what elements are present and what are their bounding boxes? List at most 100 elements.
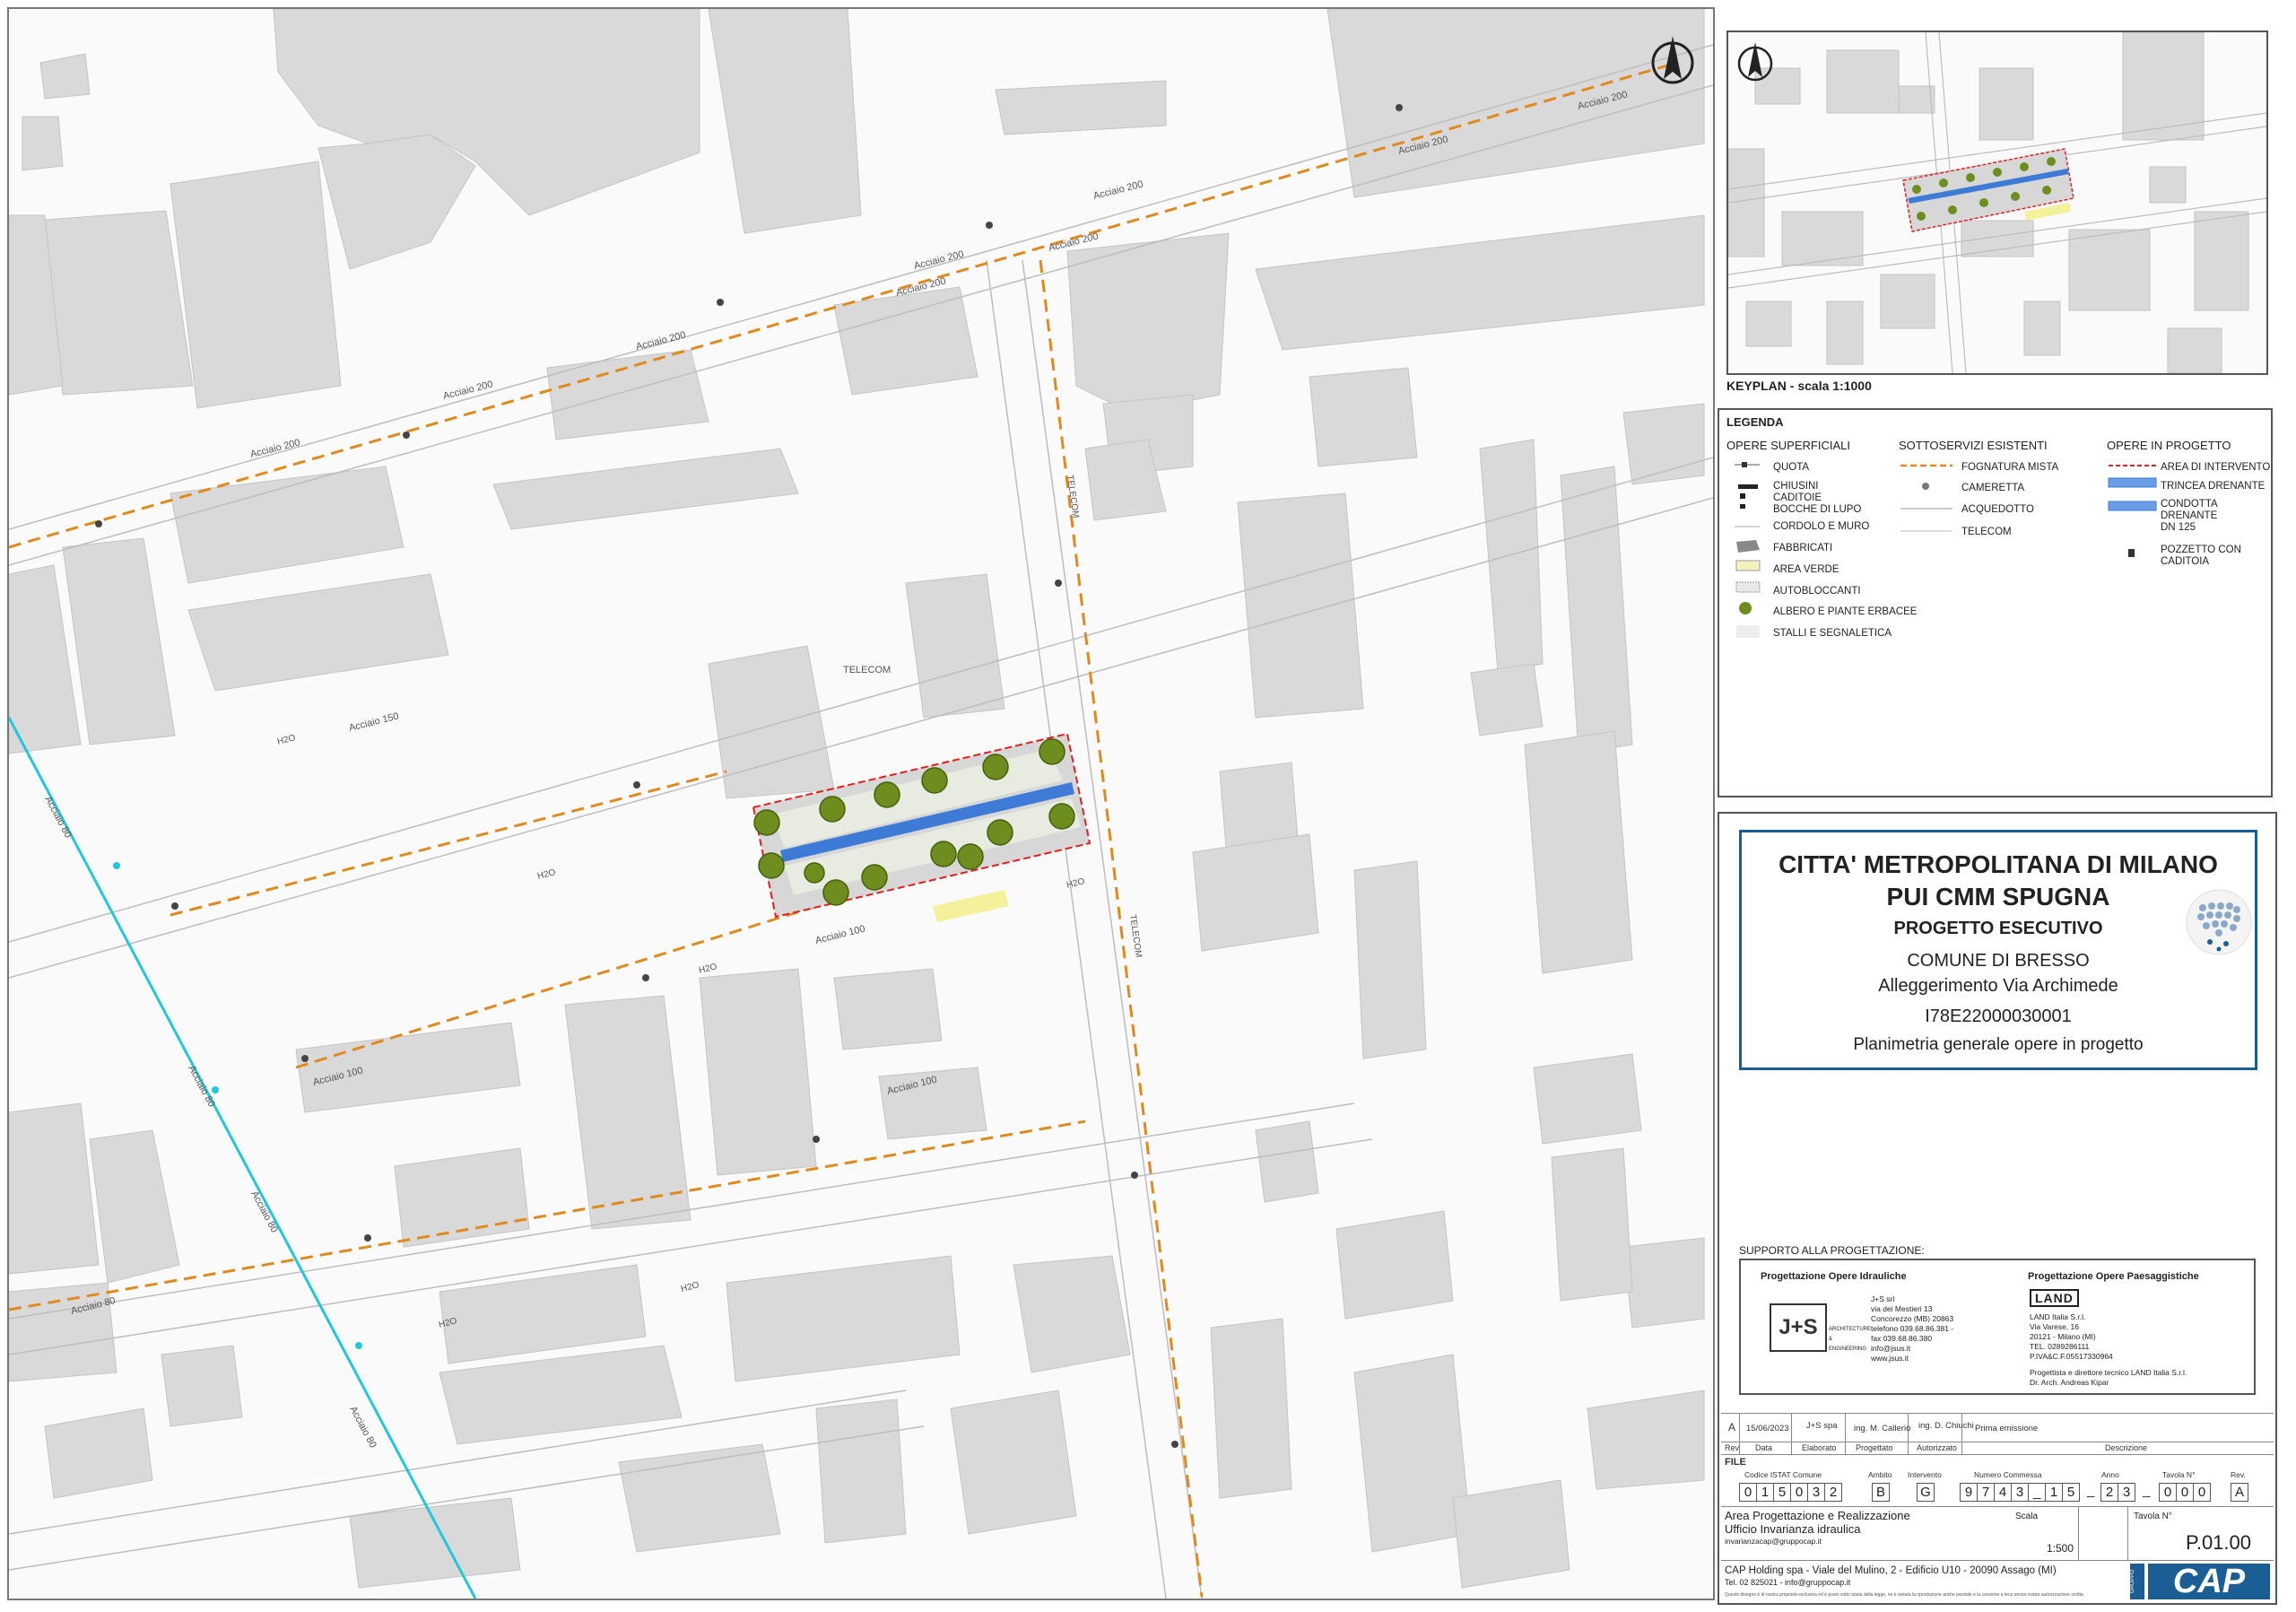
js-logo-sub: ARCHITECTURE & ENGINEERING [1829,1327,1872,1352]
legend-chiusini: CHIUSINI [1773,481,1819,492]
disclaimer: Questo disegno è di nostra proprietà esc… [1725,1592,2085,1598]
code-sep: _ [2087,1483,2095,1498]
rev-header: Rev [1725,1443,1740,1452]
left-line: Concorezzo (MB) 20863 [1871,1314,1954,1323]
building [1335,1210,1454,1320]
legend-bocche: BOCCHE DI LUPO [1773,504,1862,515]
title-line2: PUI CMM SPUGNA [1886,883,2110,911]
rev-date: 15/06/2023 [1746,1424,1789,1433]
legend-caditoie: CADITOIE [1773,492,1822,503]
istat-digit: 2 [1824,1483,1842,1502]
left-line: www.jsus.it [1871,1354,1909,1363]
building [1353,860,1427,1059]
building [1551,1147,1633,1302]
istat-digit: 0 [1790,1483,1808,1502]
left-line: fax 039.68.86.380 [1871,1334,1933,1343]
legend-fabbricati: FABBRICATI [1773,543,1833,553]
istat-digit: 0 [1739,1483,1757,1502]
legend-autobloccanti: AUTOBLOCCANTI [1773,586,1861,597]
title-line4: COMUNE DI BRESSO [1907,951,2090,971]
tavola-value: P.01.00 [2186,1531,2252,1554]
building [1533,1053,1642,1145]
building [1353,1354,1472,1553]
right-heading: Progettazione Opere Paesaggistiche [2028,1271,2199,1282]
building [9,1282,117,1382]
legend-col1-title: OPERE SUPERFICIALI [1726,439,1850,452]
rev-header: Descrizione [2105,1443,2148,1452]
commessa-digit: 5 [2062,1483,2080,1502]
legend-albero: ALBERO E PIANTE ERBACEE [1773,606,1918,617]
right-line: Via Varese, 16 [2030,1322,2079,1331]
commessa-digit: 3 [2011,1483,2029,1502]
legend-col2-title: SOTTOSERVIZI ESISTENTI [1899,439,2048,452]
cap-logo: CAP [2148,1564,2270,1599]
code-header: Codice ISTAT Comune [1744,1470,1822,1479]
title-line3: PROGETTO ESECUTIVO [1893,919,2103,938]
legend-dn125: DN 125 [2161,522,2196,533]
right-line: 20121 - Milano (MI) [2030,1332,2096,1341]
spugna-logo-icon [2186,889,2252,955]
building [618,1443,781,1553]
rev-header: Data [1755,1443,1773,1452]
legend-acquedotto: ACQUEDOTTO [1961,504,2034,515]
istat-digit: 1 [1756,1483,1774,1502]
tavola-digit: 0 [2159,1483,2177,1502]
istat-digit: 5 [1773,1483,1791,1502]
rev-header: Progettato [1856,1443,1893,1452]
support-title: SUPPORTO ALLA PROGETTAZIONE: [1739,1244,1925,1257]
building [1309,367,1418,467]
legend-col2-swatches [1900,464,1952,532]
code-header: Tavola N° [2162,1470,2196,1479]
cap-logo-small: GRUPPO [2130,1564,2144,1599]
keyplan-title: KEYPLAN - scala 1:1000 [1726,379,1872,393]
legend-col3-title: OPERE IN PROGETTO [2107,439,2231,452]
keyplan-map[interactable] [1726,30,2268,375]
building [1192,833,1319,952]
rev-elaborato: J+S spa [1806,1421,1838,1431]
right-line: LAND Italia S.r.l. [2030,1312,2086,1321]
rev-value: A [1728,1421,1736,1433]
legend-col1-swatches [1735,462,1761,638]
left-line: telefono 039.68.86.381 - [1871,1324,1954,1333]
building [815,1399,907,1544]
building [905,573,1005,719]
tavola-digit: 0 [2193,1483,2211,1502]
building [1587,1390,1705,1490]
building [833,968,943,1050]
legend-title: LEGENDA [1726,415,1784,429]
area-email: invarianzacap@gruppocap.it [1725,1537,1822,1546]
land-logo: LAND [2030,1289,2079,1307]
code-sep: _ [2143,1483,2151,1498]
building [995,80,1167,135]
left-line: J+S srl [1871,1294,1895,1303]
area-line1: Area Progettazione e Realizzazione [1725,1509,1910,1522]
legend-condotta: CONDOTTA [2161,499,2218,510]
left-line: via dei Mestieri 13 [1871,1304,1933,1313]
file-label: FILE [1725,1457,1746,1468]
main-map[interactable]: Acciaio 200 Acciaio 200 Acciaio 200 Acci… [7,7,1715,1600]
commessa-digit: 9 [1960,1483,1978,1502]
anno-digit: 3 [2118,1483,2135,1502]
legend-stalli: STALLI E SEGNALETICA [1773,628,1892,639]
building [1622,403,1705,485]
right-note: Progettista e direttore tecnico LAND Ita… [2030,1368,2187,1377]
legend-telecom: TELECOM [1961,527,2012,537]
code-header: Numero Commessa [1974,1470,2042,1479]
legend-area-verde: AREA VERDE [1773,564,1839,575]
legend-quota: QUOTA [1773,462,1810,473]
commessa-digit: 7 [1977,1483,1995,1502]
legend-drenante: DRENANTE [2161,510,2218,521]
legend-cameretta: CAMERETTA [1961,483,2025,493]
building [22,116,64,171]
commessa-digit: 4 [1994,1483,2012,1502]
legend-area-intervento: AREA DI INTERVENTO [2161,462,2271,473]
rev-header: Elaborato [1802,1443,1837,1452]
anno-digit: 2 [2100,1483,2118,1502]
building [1452,1479,1570,1589]
building [1210,1318,1292,1499]
building [1013,1255,1131,1373]
intervento-cell: G [1917,1483,1935,1502]
commessa-digit: 1 [2045,1483,2063,1502]
scala-label: Scala [2015,1512,2039,1521]
rev-header: Autorizzato [1917,1443,1958,1452]
